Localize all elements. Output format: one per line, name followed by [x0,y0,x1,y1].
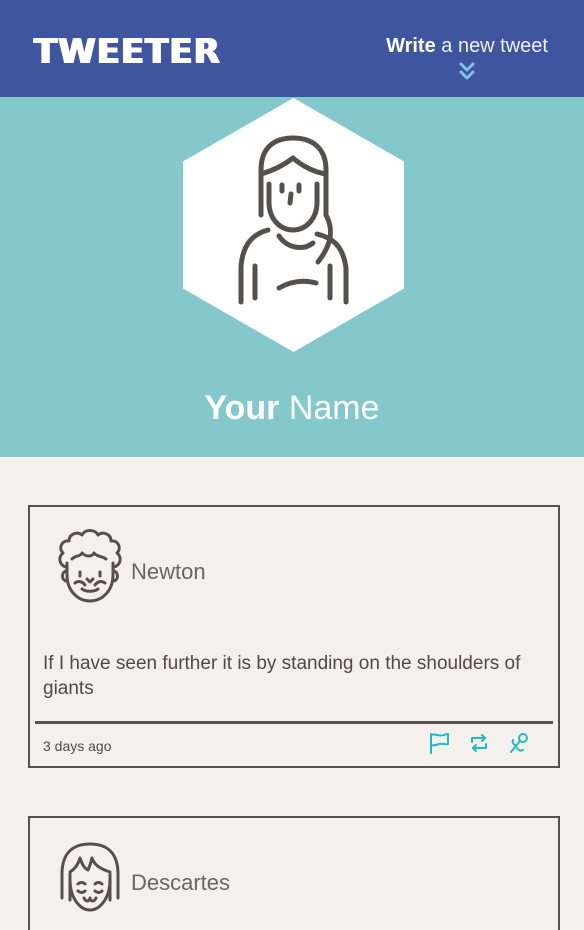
tweet-actions [415,732,530,756]
flag-icon[interactable] [428,732,450,754]
tweet-author[interactable]: Descartes [131,870,230,896]
tweet-card: Descartes [28,816,560,930]
double-chevron-down-icon[interactable] [458,60,476,82]
profile-banner: Your Name [0,97,584,457]
compose-label-strong: Write [386,35,436,57]
newton-avatar [58,529,122,603]
top-navbar: TWEETER Write a new tweet [0,0,584,97]
profile-last-name: Name [279,389,380,427]
compose-label: a new tweet [435,35,548,57]
brand-logo[interactable]: TWEETER [34,32,221,72]
tweet-timestamp: 3 days ago [43,738,112,754]
tweet-text: If I have seen further it is by standing… [43,653,521,699]
descartes-avatar [60,842,120,912]
profile-first-name: Your [204,389,280,427]
tweet-card: Newton If I have seen further it is by s… [28,505,560,768]
heart-icon[interactable] [508,732,530,754]
tweet-divider [35,721,553,724]
retweet-icon[interactable] [468,732,490,754]
write-tweet-toggle[interactable]: Write a new tweet [386,34,548,82]
profile-avatar [183,98,404,352]
tweet-author[interactable]: Newton [131,559,206,585]
profile-name: Your Name [0,389,584,428]
